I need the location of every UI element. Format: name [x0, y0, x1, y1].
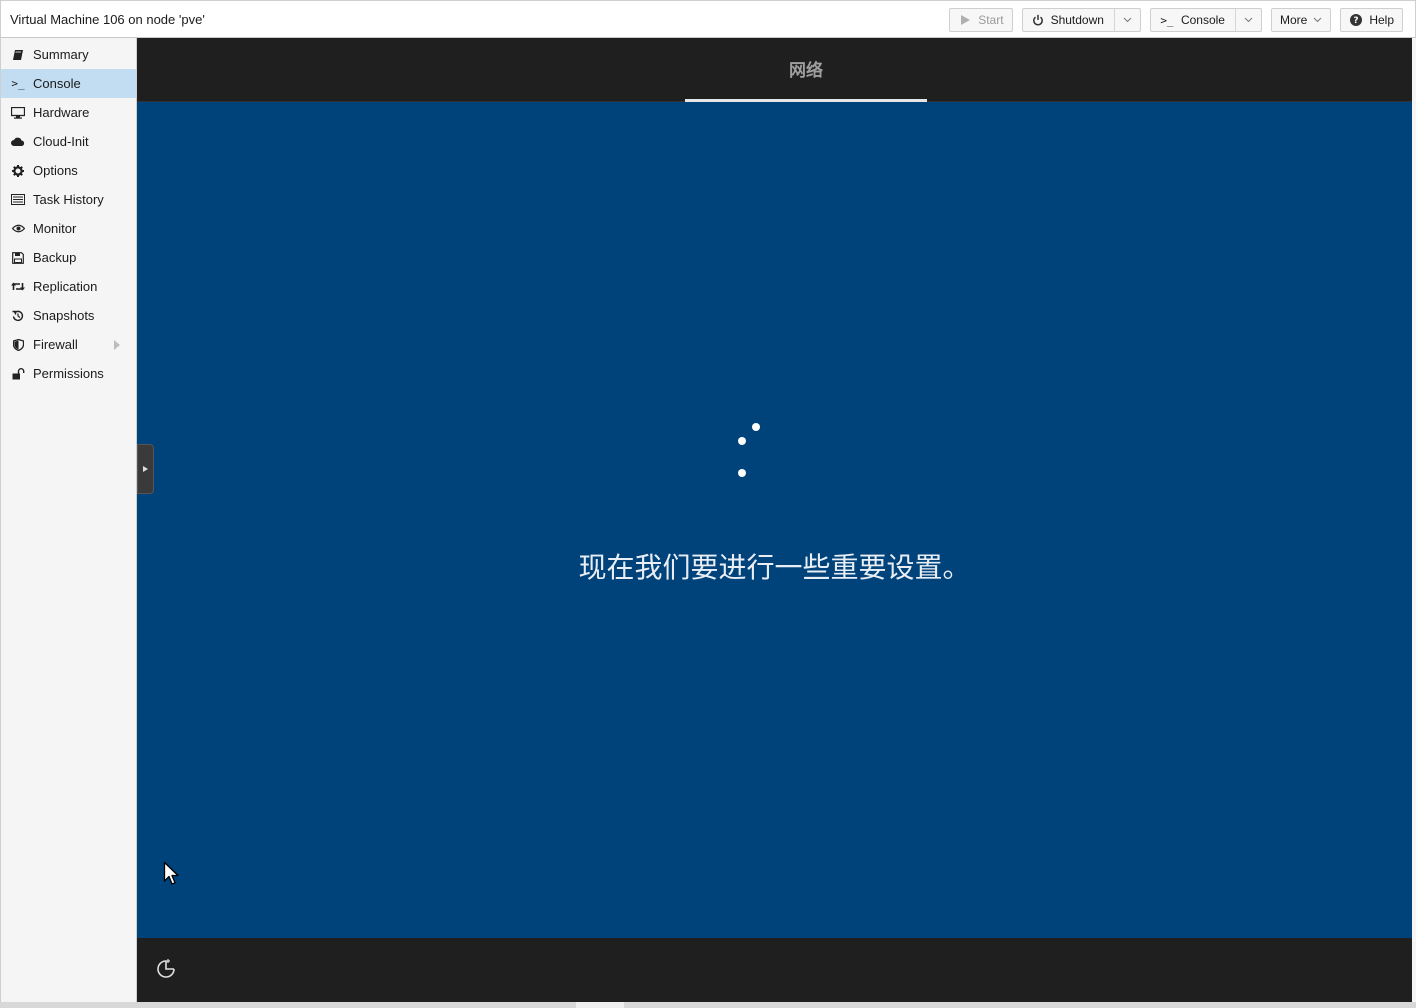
sidebar-item-task-history[interactable]: Task History — [1, 185, 136, 214]
accessibility-icon[interactable] — [155, 958, 177, 980]
more-label: More — [1279, 13, 1308, 27]
window-title: Virtual Machine 106 on node 'pve' — [10, 12, 205, 27]
mouse-cursor-icon — [163, 861, 181, 887]
sidebar-item-console[interactable]: >_ Console — [1, 69, 136, 98]
sidebar-item-monitor[interactable]: Monitor — [1, 214, 136, 243]
chevron-right-icon[interactable] — [114, 340, 120, 350]
sidebar-item-label: Cloud-Init — [33, 134, 89, 149]
console-label: Console — [1180, 13, 1225, 27]
play-icon — [958, 13, 972, 27]
console-button[interactable]: >_ Console — [1149, 8, 1262, 32]
power-icon — [1031, 13, 1045, 27]
cloud-icon — [11, 135, 25, 149]
shutdown-label: Shutdown — [1050, 13, 1104, 27]
sidebar-item-label: Firewall — [33, 337, 78, 352]
sidebar-item-replication[interactable]: Replication — [1, 272, 136, 301]
sidebar-item-backup[interactable]: Backup — [1, 243, 136, 272]
loading-spinner-icon — [727, 418, 767, 478]
sidebar-item-label: Task History — [33, 192, 104, 207]
top-header: Virtual Machine 106 on node 'pve' Start … — [0, 0, 1416, 38]
setup-header: 网络 — [137, 38, 1412, 102]
sidebar-item-label: Summary — [33, 47, 89, 62]
shield-icon — [11, 338, 25, 352]
setup-footer — [137, 938, 1412, 1002]
sidebar-item-options[interactable]: Options — [1, 156, 136, 185]
question-circle-icon: ? — [1349, 13, 1363, 27]
start-button[interactable]: Start — [949, 8, 1013, 32]
svg-text:?: ? — [1354, 16, 1359, 26]
sidebar-item-cloud-init[interactable]: Cloud-Init — [1, 127, 136, 156]
history-icon — [11, 309, 25, 323]
eye-icon — [11, 222, 25, 236]
sidebar-item-label: Console — [33, 76, 81, 91]
sidebar-item-label: Permissions — [33, 366, 104, 381]
sidebar-item-label: Backup — [33, 250, 77, 265]
bottom-splitter-handle[interactable] — [576, 1002, 624, 1008]
sidebar-item-label: Snapshots — [33, 308, 95, 323]
collapse-sidebar-handle[interactable] — [137, 444, 154, 494]
sidebar-item-label: Options — [33, 163, 78, 178]
sidebar-item-label: Monitor — [33, 221, 77, 236]
terminal-icon: >_ — [11, 77, 25, 90]
vm-console-screen[interactable]: 网络 现在我们要进行一些重要设置。 — [137, 38, 1412, 1002]
toolbar: Start Shutdown >_ Console More ? Help — [949, 8, 1403, 32]
chevron-down-icon[interactable] — [1244, 15, 1253, 25]
sidebar: Summary >_ Console Hardware Cloud-Init O… — [0, 38, 137, 1002]
book-icon — [11, 48, 25, 62]
monitor-icon — [11, 106, 25, 120]
sidebar-item-firewall[interactable]: Firewall — [1, 330, 136, 359]
sidebar-item-hardware[interactable]: Hardware — [1, 98, 136, 127]
sidebar-item-summary[interactable]: Summary — [1, 40, 136, 69]
bottom-splitter[interactable] — [0, 1002, 1416, 1008]
sidebar-item-permissions[interactable]: Permissions — [1, 359, 136, 388]
sidebar-item-snapshots[interactable]: Snapshots — [1, 301, 136, 330]
help-label: Help — [1369, 13, 1394, 27]
setup-message: 现在我们要进行一些重要设置。 — [578, 551, 971, 584]
list-icon — [11, 193, 25, 207]
sidebar-item-label: Replication — [33, 279, 98, 294]
retweet-icon — [11, 280, 25, 294]
start-label: Start — [978, 13, 1004, 27]
chevron-down-icon[interactable] — [1123, 15, 1132, 25]
terminal-icon: >_ — [1160, 13, 1174, 27]
shutdown-button[interactable]: Shutdown — [1021, 8, 1141, 32]
chevron-down-icon — [1313, 15, 1322, 25]
floppy-icon — [11, 251, 25, 265]
more-button[interactable]: More — [1270, 8, 1332, 32]
setup-tab-network[interactable]: 网络 — [685, 38, 927, 102]
gear-icon — [11, 164, 25, 178]
help-button[interactable]: ? Help — [1340, 8, 1403, 32]
unlock-icon — [11, 367, 25, 381]
sidebar-item-label: Hardware — [33, 105, 90, 120]
